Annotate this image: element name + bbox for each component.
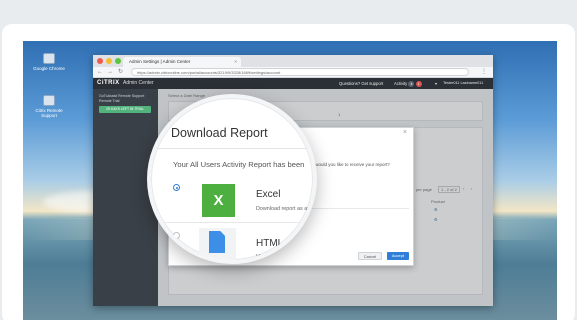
activity-count-badge: 4 — [408, 81, 415, 87]
dialog-title: Download Report — [171, 126, 268, 140]
tab-title: Admin Settings | Admin Center — [129, 59, 191, 64]
app-header: CiTRIX Admin Center Questions? Get suppo… — [93, 78, 493, 89]
minimize-window-button[interactable] — [106, 58, 112, 64]
accept-button[interactable]: Accept — [387, 252, 409, 260]
activity-label: Activity — [394, 81, 408, 87]
dialog-divider — [299, 208, 409, 209]
html-option-desc: View report in — [256, 254, 289, 260]
user-menu[interactable]: Tester011 Lastname011 — [443, 81, 483, 85]
html-doc-icon — [199, 228, 236, 260]
close-window-button[interactable] — [97, 58, 103, 64]
alerts-count-badge: 1 — [415, 81, 422, 87]
dialog-close-icon[interactable]: × — [403, 129, 407, 136]
magnifier-lens: Download Report Your All Users Activity … — [147, 94, 317, 264]
bell-icon[interactable]: ▾ — [435, 81, 437, 86]
desktop-icon-remote-support[interactable]: Citrix Remote Support — [31, 95, 67, 118]
screenshot-frame: Google Chrome Citrix Remote Support Admi… — [0, 0, 577, 320]
html-option-radio[interactable] — [173, 232, 180, 239]
excel-option-title: Excel — [256, 189, 281, 200]
remote-support-icon — [43, 95, 55, 106]
address-bar-row: ← → ↻ https://admin.citrixonline.com/por… — [93, 67, 493, 78]
excel-icon: X — [202, 184, 235, 217]
dialog-header-divider — [151, 148, 313, 149]
browser-menu-icon[interactable]: ⋮ — [481, 68, 487, 77]
tab-close-icon[interactable]: × — [234, 57, 237, 67]
html-option-title: HTML — [256, 238, 284, 249]
desktop-icon-chrome[interactable]: Google Chrome — [31, 53, 67, 71]
maximize-window-button[interactable] — [115, 58, 121, 64]
window-controls — [97, 58, 121, 64]
forward-arrow-icon[interactable]: → — [107, 68, 113, 77]
browser-tab-strip: Admin Settings | Admin Center × — [93, 55, 493, 67]
sidebar-product: GoToAssist Remote Support Remote Trial — [99, 94, 155, 104]
option-divider — [151, 222, 313, 223]
app-title: Admin Center — [123, 80, 154, 86]
desktop-icon-label: Citrix Remote Support — [35, 108, 63, 118]
url-field[interactable]: https://admin.citrixonline.com/portal/ac… — [131, 68, 469, 76]
dialog-message-tail: How would you like to receive your repor… — [305, 162, 390, 167]
support-link[interactable]: Questions? Get support — [339, 81, 383, 86]
trial-days-button[interactable]: 25 DAYS LEFT IN TRIAL — [99, 106, 151, 113]
excel-option-desc: Download report as an — [256, 206, 311, 212]
browser-tab[interactable]: Admin Settings | Admin Center × — [123, 57, 241, 67]
activity-menu[interactable]: Activity 4 1 — [394, 81, 422, 87]
sidebar-subtitle: Remote Trial — [99, 99, 120, 103]
excel-option-radio[interactable] — [173, 184, 180, 191]
chrome-icon — [43, 53, 55, 64]
dialog-message: Your All Users Activity Report has been — [173, 160, 305, 169]
desktop-icon-label: Google Chrome — [33, 66, 65, 71]
reload-icon[interactable]: ↻ — [118, 68, 123, 77]
back-arrow-icon[interactable]: ← — [97, 68, 103, 77]
cancel-button[interactable]: Cancel — [358, 252, 382, 260]
document-icon — [209, 231, 225, 253]
citrix-logo: CiTRIX — [97, 80, 120, 86]
